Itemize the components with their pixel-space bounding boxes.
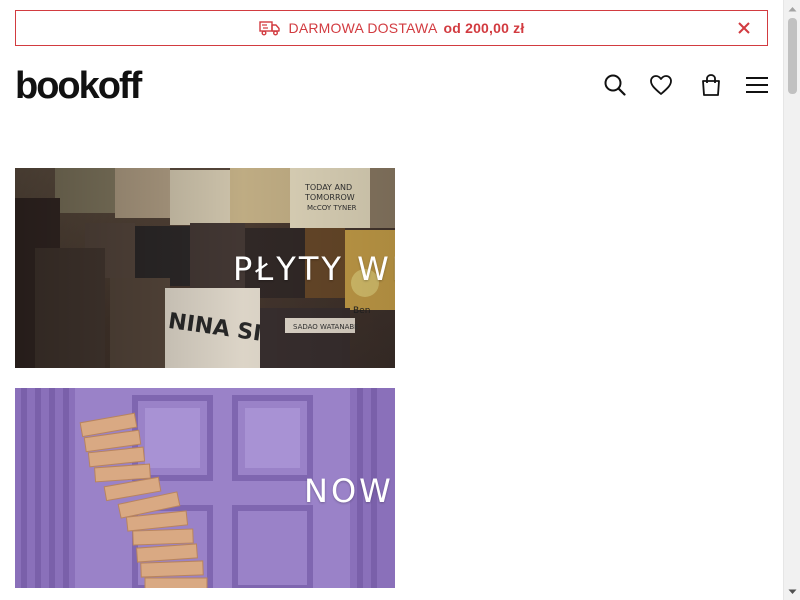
free-delivery-banner: DARMOWA DOSTAWA od 200,00 zł	[15, 10, 768, 46]
close-icon[interactable]	[735, 19, 753, 37]
scroll-up-arrow-icon[interactable]	[784, 0, 800, 17]
banner-caption: NOW	[304, 472, 394, 510]
site-header: bookoff	[15, 62, 770, 110]
vertical-scrollbar[interactable]	[783, 0, 800, 600]
scroll-down-arrow-icon[interactable]	[784, 583, 800, 600]
bookoff-logo[interactable]: bookoff	[15, 66, 142, 106]
new-arrivals-banner[interactable]: NOW	[15, 388, 395, 588]
heart-icon[interactable]	[648, 72, 674, 98]
banner-caption: PŁYTY WI	[233, 250, 395, 288]
delivery-truck-icon	[258, 20, 281, 36]
hamburger-menu-icon[interactable]	[744, 72, 770, 98]
vinyl-records-banner[interactable]: TODAY AND TOMORROW McCOY TYNER Ben NINA …	[15, 168, 395, 368]
promo-amount: od 200,00 zł	[443, 20, 525, 36]
promo-text: DARMOWA DOSTAWA	[288, 20, 438, 36]
search-icon[interactable]	[602, 72, 628, 98]
header-actions	[602, 72, 770, 98]
scrollbar-thumb[interactable]	[788, 18, 797, 94]
page: DARMOWA DOSTAWA od 200,00 zł bookoff PŁY…	[0, 0, 800, 600]
shopping-bag-icon[interactable]	[698, 72, 724, 98]
